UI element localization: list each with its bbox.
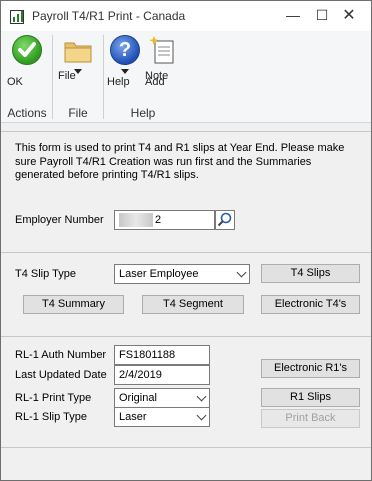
rl1-auth-number-label: RL-1 Auth Number <box>15 349 107 361</box>
help-label: Help <box>107 76 130 88</box>
print-back-button: Print Back <box>261 409 360 428</box>
chevron-down-icon <box>196 391 207 402</box>
t4-summary-button[interactable]: T4 Summary <box>23 295 124 314</box>
chevron-down-icon <box>236 267 247 278</box>
rl1-slip-type-label: RL-1 Slip Type <box>15 411 87 423</box>
t4-slip-type-label: T4 Slip Type <box>15 268 76 280</box>
window-title: Payroll T4/R1 Print - Canada <box>32 9 186 23</box>
add-note-label-line2: Note <box>145 70 169 82</box>
employer-lookup-button[interactable] <box>215 210 235 230</box>
group-file-label: File <box>68 106 88 120</box>
electronic-t4-button[interactable]: Electronic T4's <box>261 295 360 314</box>
help-menu-button[interactable]: ? Help <box>107 35 143 88</box>
add-note-icon <box>149 35 175 65</box>
file-menu-button[interactable]: File <box>58 35 98 82</box>
rl1-print-type-select[interactable]: Original <box>114 388 210 408</box>
divider <box>1 336 371 337</box>
rl1-print-type-value: Original <box>119 392 157 404</box>
t4-slip-type-select[interactable]: Laser Employee <box>114 264 250 284</box>
employer-number-value: 2 <box>155 214 162 226</box>
ribbon: OK File ? Help Add Note Actions File Hel… <box>1 31 371 123</box>
t4-segment-button[interactable]: T4 Segment <box>142 295 244 314</box>
employer-number-label: Employer Number <box>15 214 104 226</box>
payroll-t4-r1-print-window: Payroll T4/R1 Print - Canada — ☐ ✕ OK Fi… <box>0 0 372 481</box>
group-actions-label: Actions <box>7 106 47 120</box>
help-icon: ? <box>110 35 140 65</box>
rl1-slip-type-select[interactable]: Laser <box>114 407 210 427</box>
file-label: File <box>58 70 76 82</box>
employer-number-input[interactable]: 2 <box>114 210 215 230</box>
maximize-icon[interactable]: ☐ <box>312 7 332 24</box>
ribbon-separator <box>103 35 104 119</box>
last-updated-date-label: Last Updated Date <box>15 369 107 381</box>
close-icon[interactable]: ✕ <box>339 5 359 25</box>
divider <box>1 447 371 448</box>
rl1-auth-number-input[interactable]: FS1801188 <box>114 345 210 365</box>
magnifier-icon <box>217 212 232 227</box>
redacted-region <box>119 213 153 228</box>
app-icon <box>10 10 24 24</box>
divider <box>1 131 371 132</box>
chevron-down-icon <box>196 410 207 421</box>
last-updated-date-value: 2/4/2019 <box>114 365 210 385</box>
rl1-print-type-label: RL-1 Print Type <box>15 392 92 404</box>
divider <box>1 252 371 253</box>
electronic-r1-button[interactable]: Electronic R1's <box>261 359 360 378</box>
r1-slips-button[interactable]: R1 Slips <box>261 388 360 407</box>
add-note-button[interactable]: Add Note <box>145 35 179 88</box>
title-bar: Payroll T4/R1 Print - Canada — ☐ ✕ <box>1 1 371 31</box>
rl1-slip-type-value: Laser <box>119 411 147 423</box>
info-text: This form is used to print T4 and R1 sli… <box>15 142 345 181</box>
folder-icon <box>64 39 92 63</box>
t4-slips-button[interactable]: T4 Slips <box>261 264 360 283</box>
ok-label: OK <box>7 76 23 88</box>
ok-button[interactable]: OK <box>7 35 47 88</box>
ribbon-separator <box>52 35 53 119</box>
minimize-icon[interactable]: — <box>283 7 303 23</box>
dropdown-arrow-icon <box>121 69 129 74</box>
group-help-label: Help <box>130 106 156 120</box>
t4-slip-type-value: Laser Employee <box>119 268 199 280</box>
checkmark-icon <box>12 35 42 65</box>
